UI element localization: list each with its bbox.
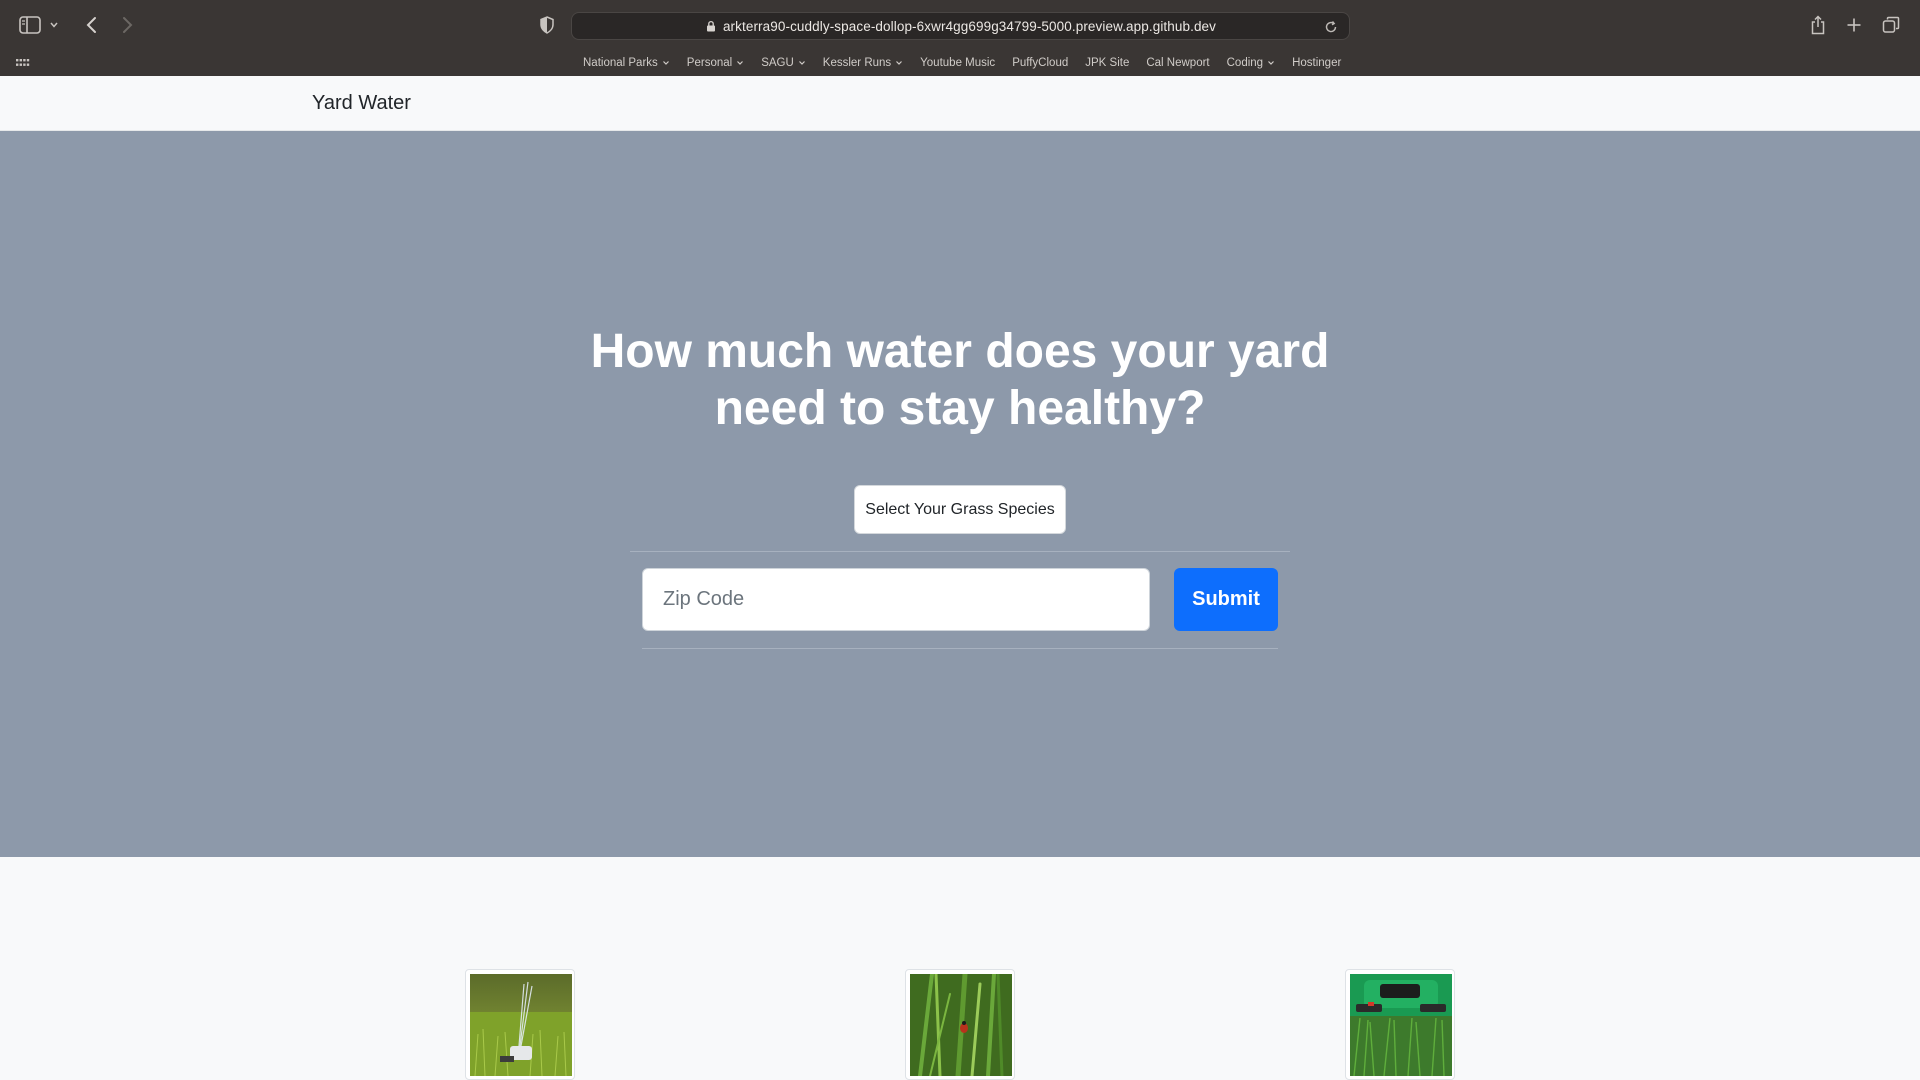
bookmarks-bar: National Parks Personal SAGU Kessler Run… [0,50,1920,76]
shield-icon[interactable] [535,13,559,37]
browser-toolbar: arkterra90-cuddly-space-dollop-6xwr4gg69… [0,0,1920,50]
grass-ladybug-image [905,969,1015,1080]
features-section [0,857,1920,1080]
chevron-down-icon [1268,61,1275,65]
chevron-down-icon [737,61,744,65]
sidebar-icon[interactable] [18,13,42,37]
lawn-mower-image [1345,969,1455,1080]
back-icon[interactable] [80,13,104,37]
bookmark-puffycloud[interactable]: PuffyCloud [1012,57,1068,69]
submit-button[interactable]: Submit [1174,568,1278,631]
bookmark-hostinger[interactable]: Hostinger [1292,57,1341,69]
bookmark-cal-newport[interactable]: Cal Newport [1146,57,1209,69]
bookmark-list: National Parks Personal SAGU Kessler Run… [583,54,1341,72]
zip-code-input[interactable] [642,568,1150,631]
address-bar[interactable]: arkterra90-cuddly-space-dollop-6xwr4gg69… [571,12,1350,40]
lock-icon [706,20,715,32]
tab-overview-icon[interactable] [1879,13,1903,37]
bookmark-coding[interactable]: Coding [1227,57,1275,69]
chevron-down-icon [662,61,669,65]
divider [642,648,1278,649]
hero-section: How much water does your yard need to st… [0,131,1920,857]
bookmark-personal[interactable]: Personal [687,57,744,69]
hero-title: How much water does your yard need to st… [590,325,1330,435]
bookmark-kessler-runs[interactable]: Kessler Runs [823,57,903,69]
bookmark-jpk-site[interactable]: JPK Site [1085,57,1129,69]
site-navbar: Yard Water [0,76,1920,131]
bookmark-youtube-music[interactable]: Youtube Music [920,57,995,69]
chevron-down-icon [798,61,805,65]
sprinkler-image [465,969,575,1080]
browser-chrome: arkterra90-cuddly-space-dollop-6xwr4gg69… [0,0,1920,76]
bookmark-sagu[interactable]: SAGU [761,57,806,69]
chevron-down-icon[interactable] [47,13,61,37]
chevron-down-icon [896,61,903,65]
divider [630,551,1290,552]
reload-icon[interactable] [1323,19,1339,35]
new-tab-icon[interactable] [1842,13,1866,37]
url-text: arkterra90-cuddly-space-dollop-6xwr4gg69… [722,18,1217,34]
select-grass-species-button[interactable]: Select Your Grass Species [854,485,1066,534]
brand-link[interactable]: Yard Water [312,92,411,115]
share-icon[interactable] [1806,13,1830,37]
forward-icon[interactable] [115,13,139,37]
bookmark-national-parks[interactable]: National Parks [583,57,670,69]
apps-grid-icon[interactable] [14,54,32,72]
